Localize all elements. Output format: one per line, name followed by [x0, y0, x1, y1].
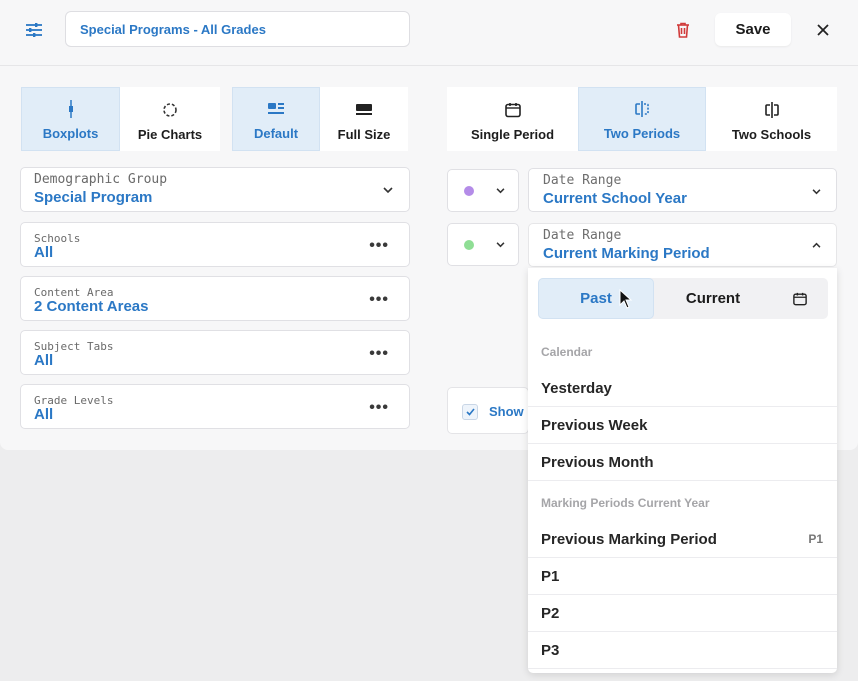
split-icon	[764, 99, 780, 121]
checkbox[interactable]	[462, 404, 478, 420]
default-label: Default	[253, 126, 299, 141]
date-range-label: Date Range	[543, 228, 622, 243]
tab-current[interactable]: Current	[654, 278, 772, 319]
boxplots-option[interactable]: Boxplots	[21, 87, 120, 151]
menu-item-tag: P1	[808, 532, 823, 546]
date-range-menu: Past Current Calendar Yesterday Previous…	[528, 268, 837, 673]
content-area-field[interactable]: Content Area 2 Content Areas •••	[20, 276, 410, 321]
menu-item-p2[interactable]: P2	[528, 595, 837, 632]
period-1-date-range-select[interactable]: Date Range Current School Year	[528, 168, 837, 212]
menu-item-previous-marking-period[interactable]: Previous Marking Period P1	[528, 521, 837, 558]
trash-icon[interactable]	[671, 19, 695, 41]
content-area-value: 2 Content Areas	[34, 298, 149, 315]
cursor-icon	[619, 289, 633, 309]
more-icon[interactable]: •••	[369, 237, 389, 255]
full-size-label: Full Size	[337, 127, 391, 142]
pie-charts-label: Pie Charts	[137, 127, 203, 142]
color-swatch	[464, 240, 474, 250]
chevron-down-icon	[812, 189, 821, 195]
show-option[interactable]: Show	[447, 387, 529, 434]
more-icon[interactable]: •••	[369, 399, 389, 417]
chevron-down-icon	[496, 242, 505, 248]
menu-item-previous-month[interactable]: Previous Month	[528, 444, 837, 481]
demographic-group-select[interactable]: Demographic Group Special Program	[20, 167, 410, 212]
menu-item-p1[interactable]: P1	[528, 558, 837, 595]
full-size-icon	[356, 99, 372, 121]
calendar-icon	[504, 99, 521, 121]
close-icon[interactable]	[810, 18, 836, 42]
date-range-label: Date Range	[543, 173, 622, 188]
two-schools-label: Two Schools	[731, 127, 812, 142]
pie-charts-option[interactable]: Pie Charts	[120, 87, 220, 151]
chevron-down-icon	[496, 188, 505, 194]
grade-levels-value: All	[34, 406, 54, 423]
subject-tabs-value: All	[34, 352, 54, 369]
boxplot-icon	[68, 98, 74, 120]
two-periods-option[interactable]: Two Periods	[578, 87, 706, 151]
calendar-icon[interactable]	[772, 278, 828, 319]
demographic-group-label: Demographic Group	[34, 172, 168, 187]
sliders-icon[interactable]	[22, 19, 46, 41]
menu-item-p3[interactable]: P3	[528, 632, 837, 669]
grade-levels-field[interactable]: Grade Levels All •••	[20, 384, 410, 429]
report-title-input[interactable]: Special Programs - All Grades	[65, 11, 410, 47]
save-button[interactable]: Save	[715, 13, 791, 46]
compare-icon	[634, 98, 650, 120]
date-range-value: Current School Year	[543, 190, 687, 207]
schools-field[interactable]: Schools All •••	[20, 222, 410, 267]
subject-tabs-field[interactable]: Subject Tabs All •••	[20, 330, 410, 375]
two-periods-label: Two Periods	[603, 126, 681, 141]
tab-past[interactable]: Past	[538, 278, 654, 319]
more-icon[interactable]: •••	[369, 345, 389, 363]
default-layout-icon	[268, 98, 284, 120]
more-icon[interactable]: •••	[369, 291, 389, 309]
pie-chart-icon	[162, 99, 178, 121]
period-1-color-select[interactable]	[447, 169, 519, 212]
demographic-group-value: Special Program	[34, 189, 153, 206]
section-calendar: Calendar	[541, 345, 593, 359]
chevron-up-icon	[812, 242, 821, 248]
menu-item-label: Previous Marking Period	[541, 530, 717, 548]
color-swatch	[464, 186, 474, 196]
section-marking-periods: Marking Periods Current Year	[541, 496, 710, 510]
default-size-option[interactable]: Default	[232, 87, 320, 151]
single-period-label: Single Period	[470, 127, 555, 142]
full-size-option[interactable]: Full Size	[320, 87, 408, 151]
show-label: Show	[489, 404, 524, 419]
boxplots-label: Boxplots	[42, 126, 99, 141]
date-range-value: Current Marking Period	[543, 245, 710, 262]
single-period-option[interactable]: Single Period	[447, 87, 578, 151]
schools-value: All	[34, 244, 54, 261]
period-2-date-range-select[interactable]: Date Range Current Marking Period	[528, 223, 837, 267]
chevron-down-icon	[383, 187, 393, 194]
period-tabs: Past Current	[538, 278, 828, 319]
menu-item-yesterday[interactable]: Yesterday	[528, 370, 837, 407]
two-schools-option[interactable]: Two Schools	[706, 87, 837, 151]
period-2-color-select[interactable]	[447, 223, 519, 266]
menu-item-previous-week[interactable]: Previous Week	[528, 407, 837, 444]
